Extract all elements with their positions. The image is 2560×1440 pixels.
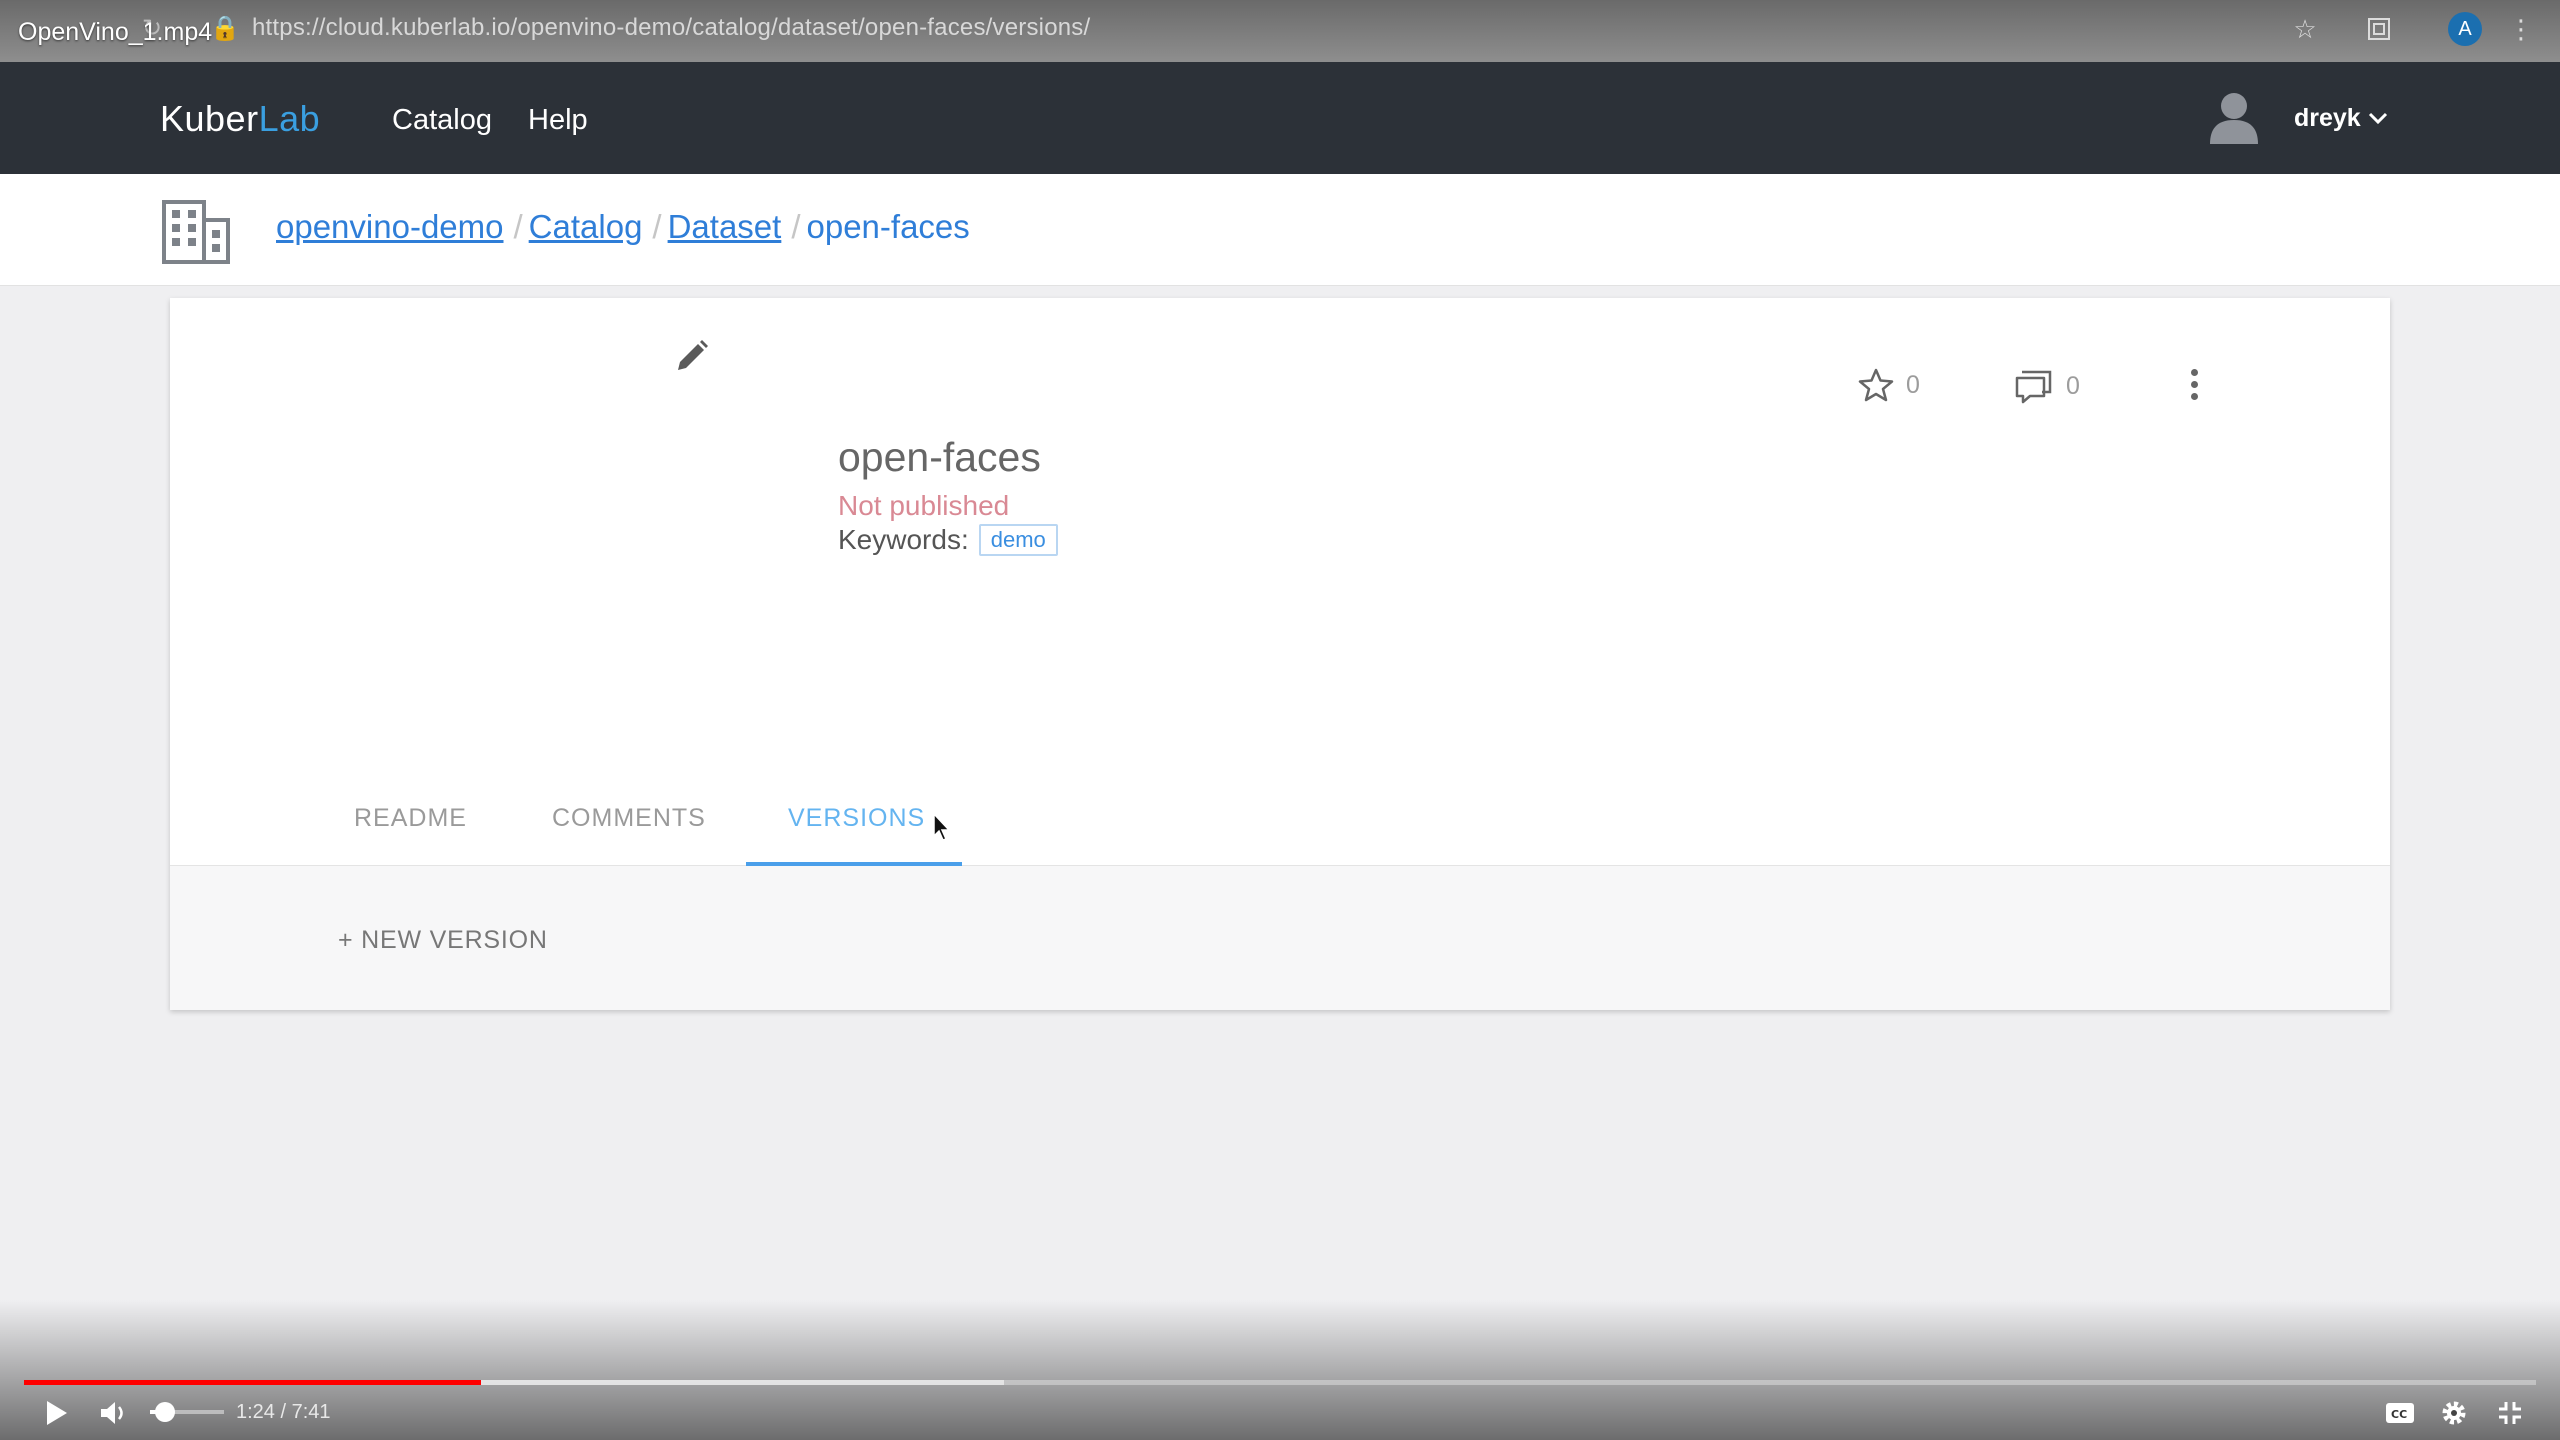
lock-icon: 🔒 (210, 15, 240, 42)
mouse-cursor-icon (933, 812, 951, 841)
tab-comments[interactable]: COMMENTS (552, 804, 706, 833)
more-options-icon[interactable] (2176, 364, 2212, 404)
comments-stat[interactable]: 0 (2014, 368, 2080, 404)
video-time: 1:24 / 7:41 (236, 1401, 331, 1423)
breadcrumb-dataset-link[interactable]: Dataset (668, 208, 782, 246)
breadcrumb-current: open-faces (806, 208, 970, 245)
bookmark-star-icon[interactable]: ☆ (2290, 14, 2320, 44)
dataset-card: open-faces Not published Keywords: demo … (170, 298, 2390, 1010)
nav-help-link[interactable]: Help (528, 104, 588, 137)
edit-pencil-icon[interactable] (674, 338, 710, 374)
comment-icon (2015, 370, 2052, 404)
keyword-tag[interactable]: demo (978, 524, 1058, 556)
play-button[interactable] (36, 1396, 76, 1430)
mute-button[interactable] (94, 1396, 134, 1430)
keywords-row: Keywords: demo (838, 524, 1058, 556)
dataset-title: open-faces (838, 434, 1041, 480)
new-version-button[interactable]: + NEW VERSION (338, 926, 548, 955)
logo-text-lab: Lab (258, 98, 321, 139)
player-controls-shade (0, 1300, 2560, 1440)
versions-panel: + NEW VERSION (170, 866, 2390, 1010)
keywords-label: Keywords: (838, 524, 969, 555)
volume-icon (101, 1402, 123, 1424)
browser-toolbar: ↻ 🔒 https://cloud.kuberlab.io/openvino-d… (0, 0, 2560, 62)
logo-text-kuber: Kuber (160, 98, 259, 139)
svg-text:CC: CC (2391, 1408, 2407, 1421)
breadcrumb-catalog-link[interactable]: Catalog (529, 208, 643, 246)
exit-fullscreen-button[interactable] (2490, 1396, 2530, 1430)
breadcrumb-bar: openvino-demo / Catalog / Dataset / open… (0, 174, 2560, 286)
breadcrumb-org-link[interactable]: openvino-demo (276, 208, 504, 246)
comment-count: 0 (2066, 371, 2080, 400)
breadcrumb-separator: / (652, 208, 662, 245)
video-title: OpenVino_1.mp4 (18, 18, 213, 46)
settings-button[interactable] (2434, 1396, 2474, 1430)
tab-bar: README COMMENTS VERSIONS (170, 792, 2390, 866)
address-bar[interactable]: https://cloud.kuberlab.io/openvino-demo/… (252, 14, 1090, 42)
captions-icon: CC (2386, 1403, 2414, 1423)
browser-menu-icon[interactable]: ⋮ (2506, 14, 2536, 44)
kuberlab-logo[interactable]: KuberLab (160, 98, 320, 140)
breadcrumb: openvino-demo / Catalog / Dataset / open… (276, 208, 970, 246)
star-icon (1858, 368, 1894, 402)
play-icon (47, 1401, 67, 1425)
video-progress-bar[interactable] (24, 1380, 2536, 1385)
user-avatar-icon[interactable] (2208, 90, 2260, 146)
star-count: 0 (1906, 370, 1920, 399)
publish-status: Not published (838, 490, 1010, 521)
star-stat[interactable]: 0 (1858, 368, 1920, 402)
volume-slider-knob[interactable] (154, 1402, 175, 1422)
profile-avatar[interactable]: A (2448, 12, 2482, 46)
gear-icon (2442, 1401, 2466, 1425)
app-header: KuberLab Catalog Help dreyk (0, 62, 2560, 174)
captions-button[interactable]: CC (2380, 1396, 2420, 1430)
tab-versions[interactable]: VERSIONS (788, 804, 925, 833)
breadcrumb-separator: / (791, 208, 801, 245)
user-menu-name[interactable]: dreyk (2294, 104, 2361, 133)
organization-building-icon (162, 200, 230, 264)
progress-played (24, 1380, 482, 1385)
extension-icon[interactable] (2364, 14, 2394, 44)
nav-catalog-link[interactable]: Catalog (392, 104, 492, 137)
tab-readme[interactable]: README (354, 804, 467, 833)
chevron-down-icon[interactable] (2366, 106, 2390, 130)
exit-fullscreen-icon (2499, 1402, 2521, 1424)
breadcrumb-separator: / (513, 208, 523, 245)
